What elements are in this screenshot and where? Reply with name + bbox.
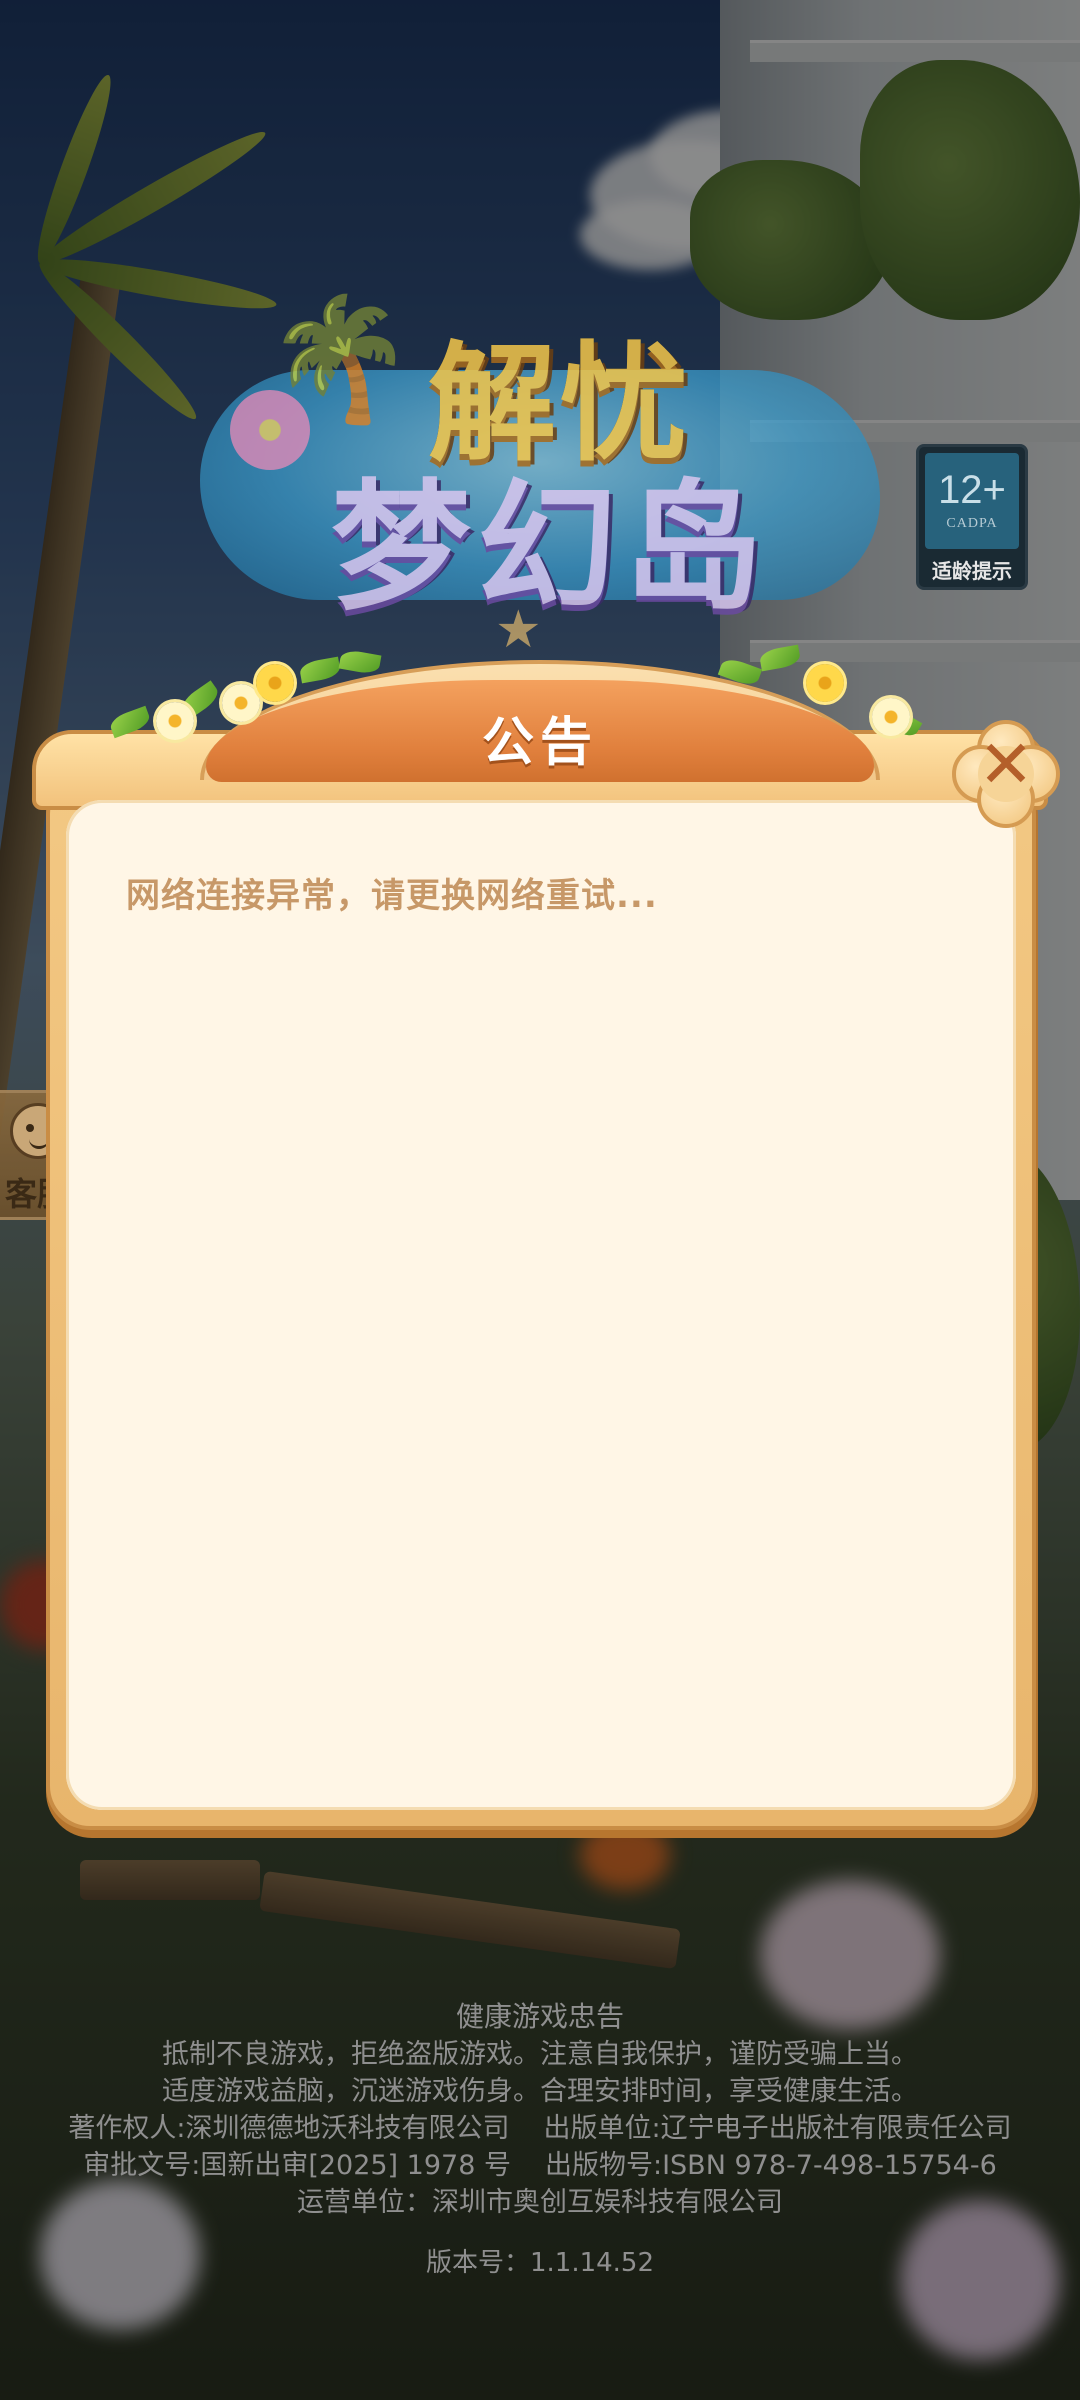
footer-advice-line-2: 适度游戏益脑，沉迷游戏伤身。合理安排时间，享受健康生活。 [162, 2076, 918, 2107]
age-rating-badge[interactable]: 12+ CADPA 适龄提示 [916, 444, 1028, 590]
flower-icon [806, 664, 844, 702]
health-advisory-footer: 健康游戏忠告 抵制不良游戏，拒绝盗版游戏。注意自我保护，谨防受骗上当。 适度游戏… [0, 1998, 1080, 2281]
copyright-holder: 著作权人:深圳德德地沃科技有限公司 [68, 2113, 510, 2144]
flower-icon [256, 664, 294, 702]
game-logo: 🌴 解忧 梦幻岛 ★ [190, 270, 890, 660]
flower-icon [156, 702, 194, 740]
age-rating-inner: 12+ CADPA [925, 453, 1019, 549]
dialog-content-panel [66, 800, 1016, 1810]
flower-icon [222, 684, 260, 722]
age-rating-tip: 适龄提示 [932, 559, 1012, 583]
age-rating-number: 12+ [938, 468, 1006, 512]
flower-icon [872, 698, 910, 736]
age-rating-org: CADPA [946, 516, 998, 531]
footer-heading: 健康游戏忠告 [455, 2000, 624, 2033]
logo-title-line2: 梦幻岛 [330, 467, 769, 630]
close-button[interactable]: ✕ [952, 720, 1060, 828]
approval-number: 审批文号:国新出审[2025] 1978 号 [83, 2150, 511, 2181]
dialog-title: 公告 [481, 713, 598, 773]
isbn-number: 出版物号:ISBN 978-7-498-15754-6 [544, 2150, 997, 2181]
publisher: 出版单位:辽宁电子出版社有限责任公司 [543, 2113, 1012, 2144]
starfish-icon: ★ [495, 600, 542, 660]
operator: 运营单位：深圳市奥创互娱科技有限公司 [297, 2187, 783, 2218]
footer-row-copyright: 著作权人:深圳德德地沃科技有限公司 出版单位:辽宁电子出版社有限责任公司 [0, 2110, 1080, 2147]
close-icon: ✕ [978, 726, 1034, 803]
version-number: 版本号：1.1.14.52 [425, 2248, 655, 2278]
footer-row-approval: 审批文号:国新出审[2025] 1978 号 出版物号:ISBN 978-7-4… [0, 2147, 1080, 2184]
footer-advice-line-1: 抵制不良游戏，拒绝盗版游戏。注意自我保护，谨防受骗上当。 [162, 2039, 918, 2070]
announcement-message: 网络连接异常，请更换网络重试... [126, 876, 658, 916]
